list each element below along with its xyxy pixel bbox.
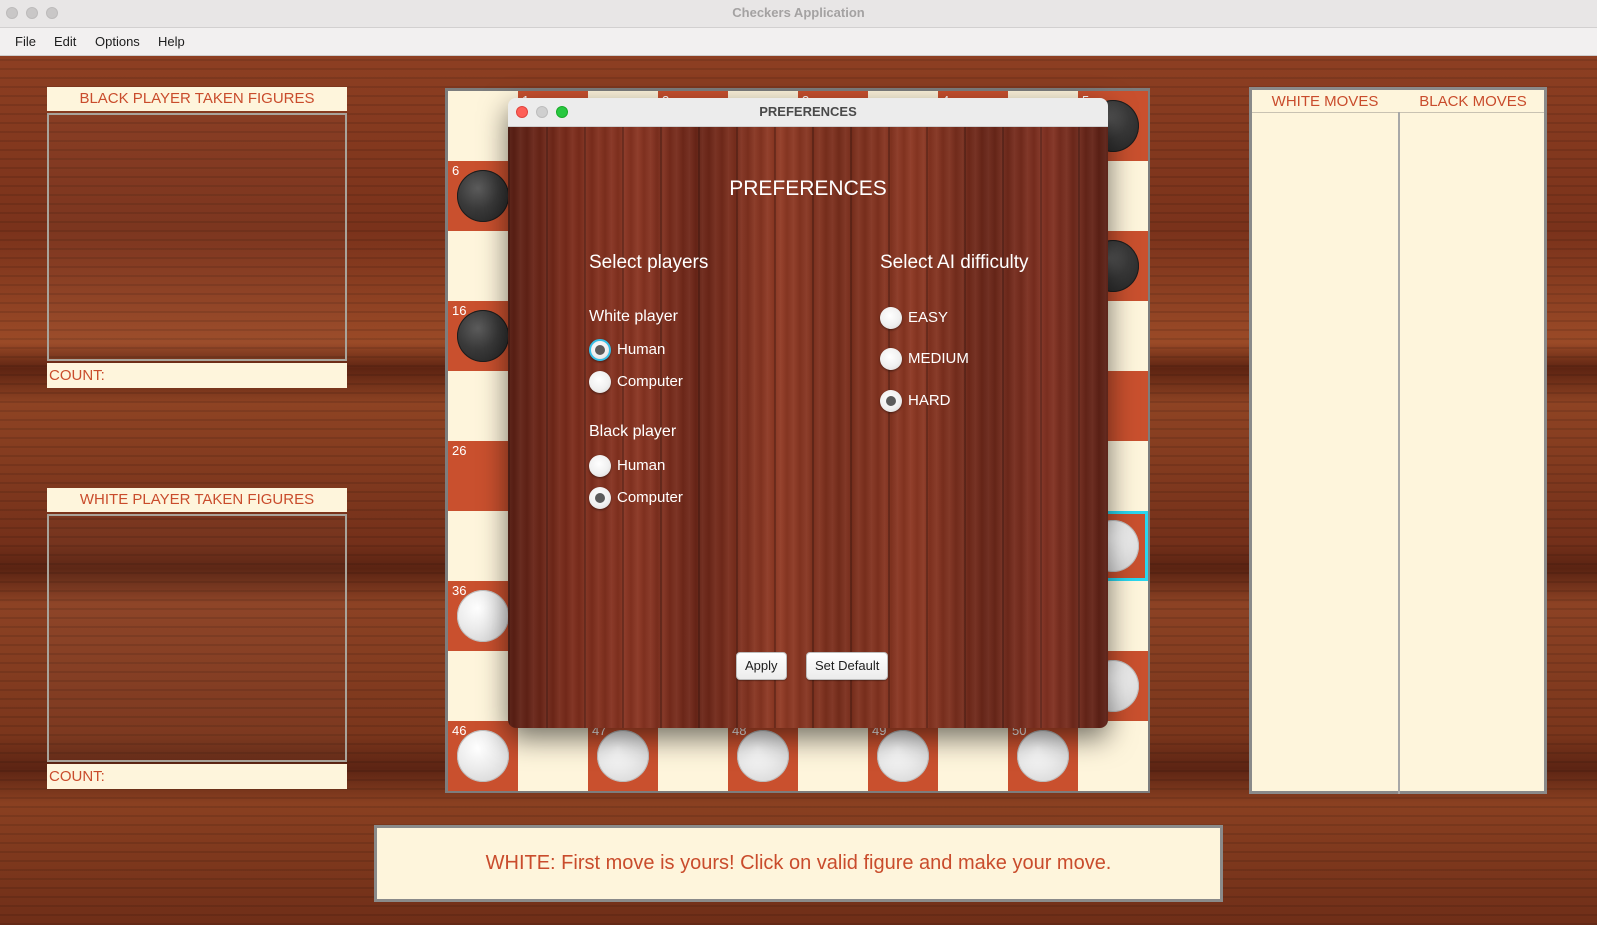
white-piece[interactable] [877, 730, 929, 782]
radio-button[interactable] [589, 339, 611, 361]
apply-button[interactable]: Apply [736, 652, 787, 680]
board-square[interactable] [1078, 721, 1148, 791]
board-square[interactable] [798, 721, 868, 791]
radio-label: Human [617, 457, 666, 474]
ai-difficulty-title: Select AI difficulty [880, 252, 1029, 273]
board-square[interactable]: 46 [448, 721, 518, 791]
square-number: 6 [452, 163, 460, 178]
radio-button[interactable] [589, 371, 611, 393]
board-square[interactable] [938, 721, 1008, 791]
black-taken-title: BLACK PLAYER TAKEN FIGURES [47, 87, 347, 111]
radio-label: EASY [908, 309, 949, 326]
dialog-zoom-button[interactable] [556, 106, 568, 118]
white-taken-area [47, 514, 347, 762]
white-player-label: White player [589, 308, 678, 325]
dialog-window-title: PREFERENCES [759, 104, 857, 119]
black-piece[interactable] [457, 310, 509, 362]
radio-label: Computer [617, 489, 683, 506]
white-piece[interactable] [597, 730, 649, 782]
dialog-close-button[interactable] [516, 106, 528, 118]
close-window-button[interactable] [6, 7, 18, 19]
window-titlebar: Checkers Application [0, 0, 1597, 28]
preferences-heading: PREFERENCES [729, 177, 887, 200]
menu-options[interactable]: Options [95, 34, 140, 49]
white-count-label: COUNT: [47, 764, 347, 789]
menu-edit[interactable]: Edit [54, 34, 76, 49]
window-title: Checkers Application [732, 5, 865, 20]
white-piece[interactable] [457, 730, 509, 782]
preferences-dialog: PREFERENCES PREFERENCES Select players W… [508, 98, 1108, 728]
radio-button[interactable] [589, 487, 611, 509]
menu-bar: File Edit Options Help [0, 28, 1597, 56]
board-square[interactable]: 47 [588, 721, 658, 791]
black-player-label: Black player [589, 423, 677, 440]
select-players-title: Select players [589, 252, 709, 273]
radio-label: MEDIUM [908, 350, 969, 367]
white-moves-header: WHITE MOVES [1271, 93, 1379, 110]
white-piece[interactable] [737, 730, 789, 782]
radio-button[interactable] [880, 348, 902, 370]
radio-button[interactable] [880, 390, 902, 412]
minimize-window-button[interactable] [26, 7, 38, 19]
menu-file[interactable]: File [15, 34, 36, 49]
dialog-minimize-button[interactable] [536, 106, 548, 118]
zoom-window-button[interactable] [46, 7, 58, 19]
status-message: WHITE: First move is yours! Click on val… [374, 825, 1223, 902]
set-default-button[interactable]: Set Default [806, 652, 889, 680]
moves-column-divider [1398, 112, 1400, 794]
board-square[interactable] [658, 721, 728, 791]
black-moves-header: BLACK MOVES [1419, 93, 1527, 110]
black-count-label: COUNT: [47, 363, 347, 388]
square-number: 46 [452, 723, 467, 738]
square-number: 16 [452, 303, 467, 318]
dialog-titlebar: PREFERENCES [508, 98, 1108, 127]
menu-help[interactable]: Help [158, 34, 185, 49]
square-number: 26 [452, 443, 467, 458]
board-square[interactable]: 49 [868, 721, 938, 791]
white-piece[interactable] [457, 590, 509, 642]
board-square[interactable]: 48 [728, 721, 798, 791]
radio-label: Human [617, 341, 666, 358]
moves-panel: WHITE MOVES BLACK MOVES [1249, 87, 1547, 794]
square-number: 36 [452, 583, 467, 598]
black-taken-area [47, 113, 347, 361]
dialog-body: PREFERENCES Select players White player … [508, 127, 1108, 728]
board-square[interactable] [518, 721, 588, 791]
radio-button[interactable] [880, 307, 902, 329]
white-piece[interactable] [1017, 730, 1069, 782]
white-taken-title: WHITE PLAYER TAKEN FIGURES [47, 488, 347, 512]
radio-label: HARD [908, 392, 951, 409]
black-piece[interactable] [457, 170, 509, 222]
radio-button[interactable] [589, 455, 611, 477]
radio-label: Computer [617, 373, 683, 390]
board-square[interactable]: 50 [1008, 721, 1078, 791]
